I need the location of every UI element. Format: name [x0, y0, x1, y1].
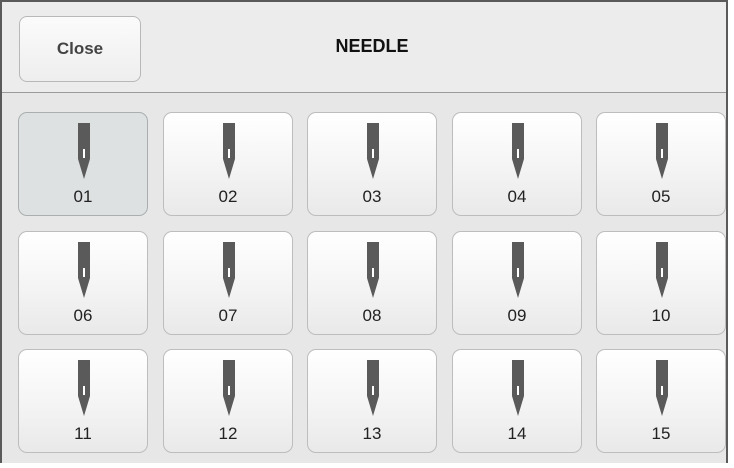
needle-icon: [223, 242, 235, 298]
needle-icon: [367, 360, 379, 416]
needle-button[interactable]: 13: [307, 349, 437, 453]
needle-button[interactable]: 10: [596, 231, 726, 335]
needle-button[interactable]: 08: [307, 231, 437, 335]
needle-button[interactable]: 15: [596, 349, 726, 453]
needle-icon: [367, 242, 379, 298]
needle-number-label: 15: [651, 424, 671, 443]
needle-grid: 01 02 03 04 05 06 07 08 09 10 11 12 13 14 15: [18, 112, 726, 458]
needle-icon: [78, 123, 90, 179]
needle-icon: [512, 360, 524, 416]
needle-button[interactable]: 03: [307, 112, 437, 216]
needle-icon: [512, 123, 524, 179]
needle-button[interactable]: 09: [452, 231, 582, 335]
needle-button[interactable]: 01: [18, 112, 148, 216]
needle-number-label: 04: [507, 187, 527, 206]
needle-number-label: 08: [362, 306, 382, 325]
needle-button[interactable]: 14: [452, 349, 582, 453]
needle-button[interactable]: 06: [18, 231, 148, 335]
needle-icon: [656, 360, 668, 416]
needle-number-label: 01: [73, 187, 93, 206]
needle-button[interactable]: 05: [596, 112, 726, 216]
needle-number-label: 11: [74, 424, 92, 443]
needle-button[interactable]: 07: [163, 231, 293, 335]
needle-icon: [78, 360, 90, 416]
needle-button[interactable]: 04: [452, 112, 582, 216]
needle-number-label: 12: [218, 424, 238, 443]
needle-number-label: 02: [218, 187, 238, 206]
needle-icon: [367, 123, 379, 179]
needle-icon: [656, 123, 668, 179]
needle-number-label: 05: [651, 187, 671, 206]
needle-number-label: 06: [73, 306, 93, 325]
page-title: NEEDLE: [335, 36, 409, 56]
needle-number-label: 09: [507, 306, 527, 325]
needle-button[interactable]: 11: [18, 349, 148, 453]
needle-number-label: 13: [362, 424, 382, 443]
needle-button[interactable]: 02: [163, 112, 293, 216]
needle-number-label: 07: [218, 306, 238, 325]
needle-icon: [656, 242, 668, 298]
needle-icon: [223, 360, 235, 416]
close-button[interactable]: Close: [19, 16, 141, 82]
needle-selection-panel: Close NEEDLE 01 02 03 04 05 06 07 08 09 10 11 12 13 1…: [0, 0, 728, 463]
header-bar: Close NEEDLE: [2, 2, 726, 93]
needle-number-label: 14: [507, 424, 527, 443]
needle-number-label: 03: [362, 187, 382, 206]
needle-icon: [78, 242, 90, 298]
needle-button[interactable]: 12: [163, 349, 293, 453]
needle-number-label: 10: [651, 306, 671, 325]
needle-icon: [512, 242, 524, 298]
needle-icon: [223, 123, 235, 179]
